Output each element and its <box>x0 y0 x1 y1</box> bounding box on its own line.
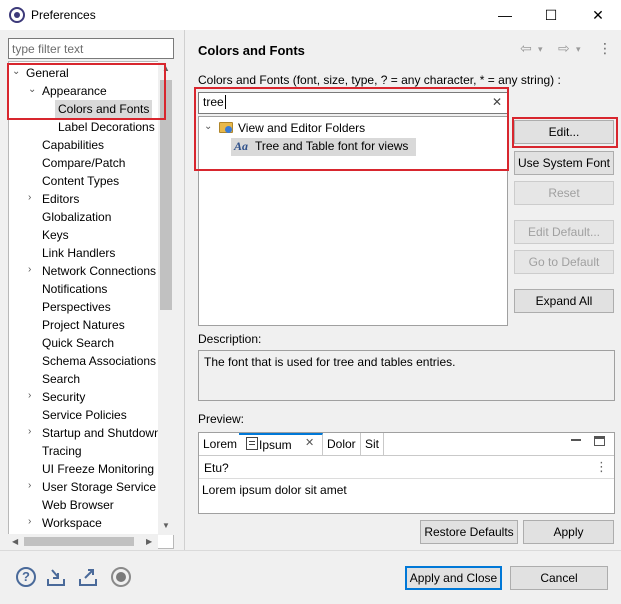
tree-item-perspectives[interactable]: Perspectives <box>42 298 111 316</box>
preview-tab-dolor[interactable]: Dolor <box>323 433 361 455</box>
close-button[interactable]: ✕ <box>575 0 621 30</box>
maximize-view-icon[interactable] <box>594 436 605 446</box>
tree-item-ui-freeze-monitoring[interactable]: UI Freeze Monitoring <box>42 460 154 478</box>
scroll-right-arrow-icon[interactable]: ▶ <box>146 537 152 546</box>
tree-item-schema-associations[interactable]: Schema Associations <box>42 352 156 370</box>
description-text: The font that is used for tree and table… <box>204 355 456 369</box>
forward-dropdown-icon[interactable]: ▾ <box>576 44 581 55</box>
tree-item-network-connections[interactable]: Network Connections <box>42 262 156 280</box>
reset-button[interactable]: Reset <box>514 181 614 205</box>
tree-item-tracing[interactable]: Tracing <box>42 442 82 460</box>
tree-item-notifications[interactable]: Notifications <box>42 280 107 298</box>
preview-toolbar-text: Etu? <box>204 461 229 475</box>
preview-menu-icon[interactable]: ⋮ <box>595 459 608 475</box>
expand-chevron-icon[interactable]: › <box>28 390 31 401</box>
expand-chevron-icon[interactable]: › <box>28 480 31 491</box>
tree-item-workspace[interactable]: Workspace <box>42 514 102 532</box>
cancel-button[interactable]: Cancel <box>510 566 608 590</box>
expand-chevron-icon[interactable]: › <box>28 264 31 275</box>
maximize-button[interactable]: ☐ <box>528 0 574 30</box>
record-icon[interactable] <box>111 567 131 587</box>
forward-arrow-icon[interactable]: ⇨ <box>558 40 570 57</box>
description-label: Description: <box>198 332 262 346</box>
colors-fonts-instruction: Colors and Fonts (font, size, type, ? = … <box>198 73 561 87</box>
restore-defaults-button[interactable]: Restore Defaults <box>420 520 518 544</box>
expand-all-button[interactable]: Expand All <box>514 289 614 313</box>
tree-item-globalization[interactable]: Globalization <box>42 208 111 226</box>
import-icon[interactable] <box>46 567 66 587</box>
edit-default-button[interactable]: Edit Default... <box>514 220 614 244</box>
preview-tab-lorem[interactable]: Lorem <box>199 433 243 455</box>
back-arrow-icon[interactable]: ⇦ <box>520 40 532 57</box>
tree-item-quick-search[interactable]: Quick Search <box>42 334 114 352</box>
minimize-view-icon[interactable] <box>571 439 581 441</box>
tree-item-editors[interactable]: Editors <box>42 190 79 208</box>
highlight-box-search-results <box>194 87 509 171</box>
tree-item-label-decorations[interactable]: Label Decorations <box>58 118 155 136</box>
view-menu-icon[interactable]: ⋮ <box>598 40 612 57</box>
document-icon <box>246 437 258 450</box>
tree-horizontal-scroll-thumb[interactable] <box>24 537 134 546</box>
expand-chevron-icon[interactable]: › <box>28 192 31 203</box>
minimize-button[interactable]: — <box>482 0 528 30</box>
preview-label: Preview: <box>198 412 245 426</box>
tree-item-capabilities[interactable]: Capabilities <box>42 136 104 154</box>
preview-body-text: Lorem ipsum dolor sit amet <box>202 483 347 497</box>
tree-item-compare-patch[interactable]: Compare/Patch <box>42 154 125 172</box>
tree-item-security[interactable]: Security <box>42 388 85 406</box>
preview-tab-sit[interactable]: Sit <box>361 433 385 455</box>
back-dropdown-icon[interactable]: ▾ <box>538 44 543 55</box>
help-icon[interactable]: ? <box>16 567 36 587</box>
go-to-default-button[interactable]: Go to Default <box>514 250 614 274</box>
description-box: The font that is used for tree and table… <box>198 350 615 401</box>
tab-close-icon[interactable]: ✕ <box>305 436 314 449</box>
highlight-box-edit-button <box>512 117 618 148</box>
tree-item-search[interactable]: Search <box>42 370 80 388</box>
tree-item-content-types[interactable]: Content Types <box>42 172 119 190</box>
apply-and-close-button[interactable]: Apply and Close <box>405 566 502 590</box>
preview-box: Lorem Ipsum ✕ Dolor Sit Etu? ⋮ Lorem ips… <box>198 432 615 514</box>
scroll-left-arrow-icon[interactable]: ◀ <box>12 537 18 546</box>
expand-chevron-icon[interactable]: › <box>28 516 31 527</box>
expand-chevron-icon[interactable]: › <box>28 426 31 437</box>
apply-button[interactable]: Apply <box>523 520 614 544</box>
tree-item-user-storage-service[interactable]: User Storage Service <box>42 478 156 496</box>
page-title: Colors and Fonts <box>198 43 305 58</box>
highlight-box-general-appearance <box>7 63 166 120</box>
tree-item-project-natures[interactable]: Project Natures <box>42 316 125 334</box>
scroll-down-arrow-icon[interactable]: ▼ <box>162 521 170 530</box>
tree-item-link-handlers[interactable]: Link Handlers <box>42 244 115 262</box>
tree-item-service-policies[interactable]: Service Policies <box>42 406 127 424</box>
tree-item-startup-and-shutdown[interactable]: Startup and Shutdown <box>42 424 158 442</box>
tree-item-keys[interactable]: Keys <box>42 226 69 244</box>
tree-item-web-browser[interactable]: Web Browser <box>42 496 114 514</box>
use-system-font-button[interactable]: Use System Font <box>514 151 614 175</box>
export-icon[interactable] <box>78 567 98 587</box>
